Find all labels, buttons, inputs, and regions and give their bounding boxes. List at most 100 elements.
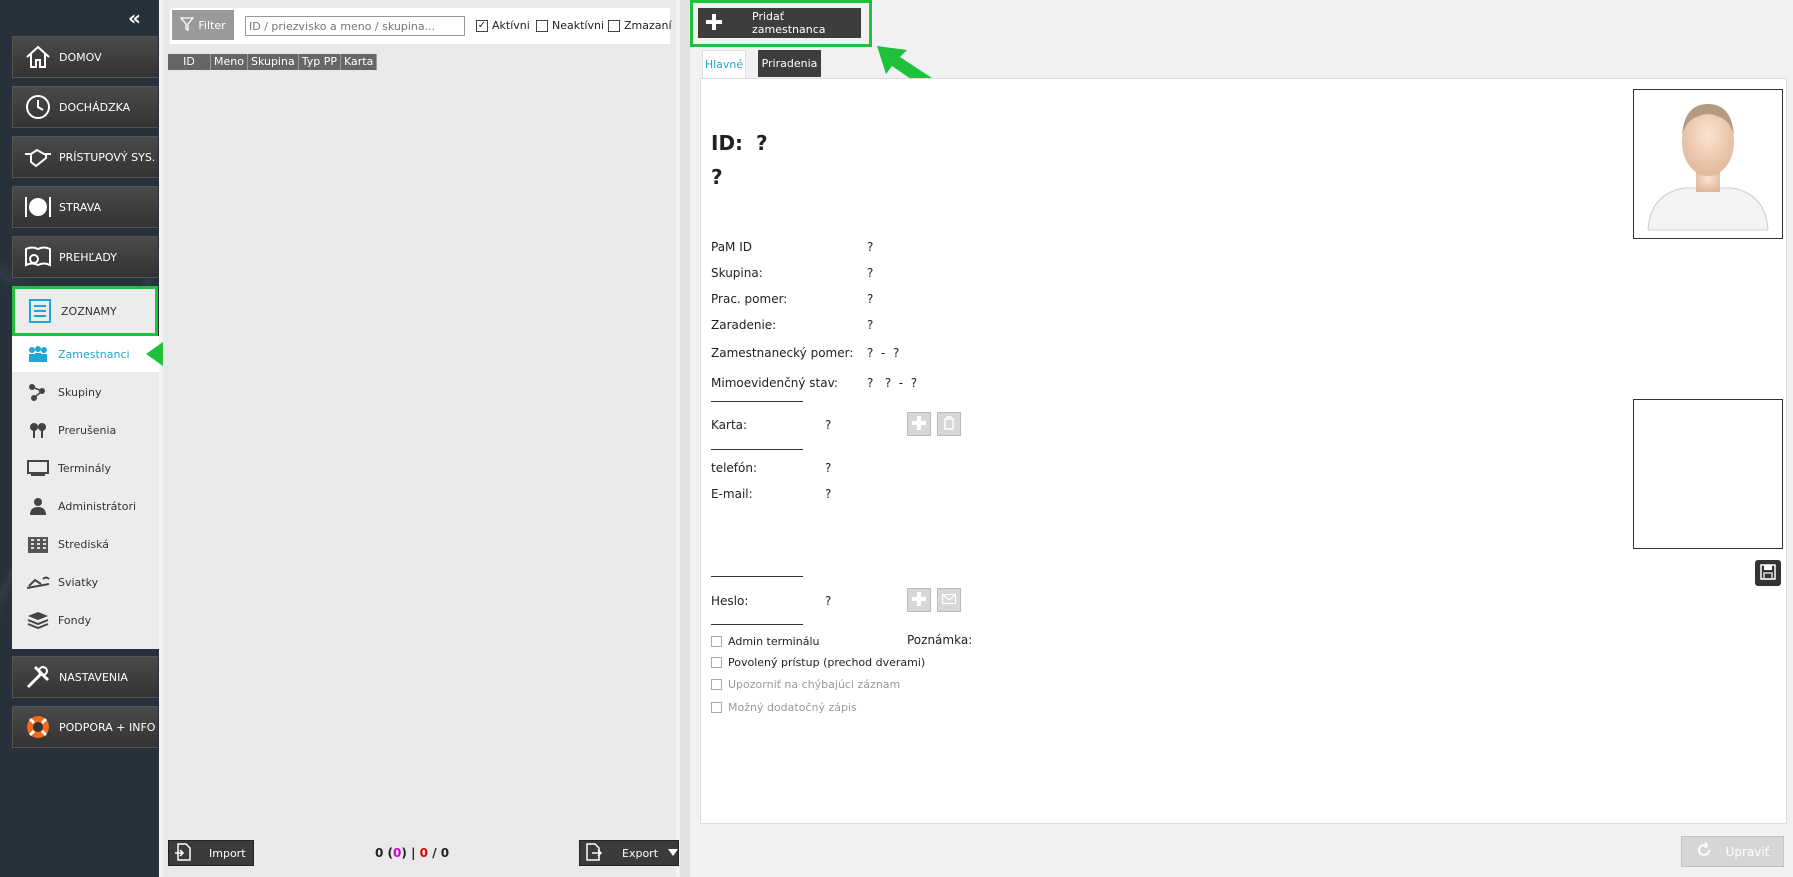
inactive-checkbox-box[interactable] [536, 19, 548, 32]
count-total: 0 [375, 846, 384, 860]
tab-hlavne[interactable]: Hlavné [702, 50, 746, 78]
checkbox-box[interactable] [711, 702, 722, 713]
employment-label: Zamestnanecký pomer: [711, 346, 854, 360]
sidebar-item-label: Skupiny [58, 385, 102, 399]
door-access-checkbox[interactable]: Povolený prístup (prechod dverami) [711, 656, 925, 669]
checkbox-box[interactable] [711, 657, 722, 668]
funnel-icon [179, 16, 195, 34]
export-button[interactable]: Export [579, 840, 679, 866]
employee-detail-panel: Pridať zamestnanca Hlavné Priradenia ID:… [690, 0, 1793, 877]
nav-item-label: ZOZNAMY [61, 304, 117, 318]
building-icon [26, 534, 50, 554]
employee-name-heading: ? [711, 165, 723, 189]
import-icon [175, 842, 191, 864]
count-paren-close: ) [401, 846, 407, 860]
column-header-meno[interactable]: Meno [211, 54, 248, 70]
update-button-label: Upraviť [1725, 844, 1770, 859]
signature-box[interactable] [1633, 399, 1783, 549]
column-header-id[interactable]: ID [168, 54, 211, 70]
plus-icon [912, 415, 926, 433]
nav-item-strava[interactable]: STRAVA [12, 186, 158, 228]
sidebar-item-zamestnanci[interactable]: Zamestnanci [12, 336, 159, 372]
sidebar-item-skupiny[interactable]: Skupiny [12, 374, 159, 410]
active-checkbox-box[interactable]: ✓ [476, 19, 488, 32]
extra-status-value: ? ? - ? [867, 376, 918, 390]
classification-label: Zaradenie: [711, 318, 777, 332]
employee-counts: 0 (0) | 0 / 0 [375, 846, 449, 860]
employee-list-panel: Filter ✓ Aktívni Neaktívni Zmazaní ID Me… [163, 0, 679, 877]
column-header-karta[interactable]: Karta [341, 54, 378, 70]
save-button[interactable] [1755, 560, 1781, 586]
holiday-icon [26, 572, 50, 592]
employee-photo[interactable] [1633, 89, 1783, 239]
active-checkbox[interactable]: ✓ Aktívni [476, 19, 530, 32]
sidebar-item-terminaly[interactable]: Terminály [12, 450, 159, 486]
panel-splitter[interactable] [680, 0, 690, 877]
column-header-skupina[interactable]: Skupina [248, 54, 299, 70]
separator-line [711, 449, 803, 450]
checkbox-box[interactable] [711, 679, 722, 690]
separator-line [711, 576, 803, 577]
sidebar-item-label: Sviatky [58, 575, 99, 589]
count-slash: / [432, 846, 437, 860]
nav-item-label: PODPORA + INFO [59, 720, 156, 734]
people-icon [26, 344, 50, 364]
tab-priradenia[interactable]: Priradenia [758, 50, 821, 77]
sidebar-item-administratori[interactable]: Administrátori [12, 488, 159, 524]
sidebar-item-label: Terminály [58, 461, 111, 475]
send-password-button[interactable] [937, 588, 961, 612]
note-label: Poznámka: [907, 633, 973, 647]
deleted-checkbox[interactable]: Zmazaní [608, 19, 672, 32]
delete-card-button[interactable] [937, 412, 961, 436]
sidebar-item-prerusenia[interactable]: Prerušenia [12, 412, 159, 448]
separator-line [711, 624, 803, 625]
extra-entry-checkbox[interactable]: Možný dodatočný zápis [711, 701, 857, 714]
handshake-icon [23, 142, 53, 172]
missing-record-alert-checkbox[interactable]: Upozorniť na chýbajúci záznam [711, 678, 900, 691]
list-footer: Import 0 (0) | 0 / 0 Export [168, 840, 679, 866]
dropdown-arrow-icon[interactable] [668, 847, 679, 860]
tools-icon [23, 662, 53, 692]
nav-item-dochadzka[interactable]: DOCHÁDZKA [12, 86, 158, 128]
refresh-icon [1696, 841, 1712, 861]
admin-icon [26, 496, 50, 516]
filter-button[interactable]: Filter [172, 10, 234, 40]
column-header-typ-pp[interactable]: Typ PP [299, 54, 341, 70]
nav-item-label: STRAVA [59, 200, 102, 214]
terminal-icon [26, 458, 50, 478]
nav-item-nastavenia[interactable]: NASTAVENIA [12, 656, 158, 698]
envelope-icon [941, 593, 957, 607]
search-input[interactable] [245, 16, 465, 36]
employee-id-heading: ID: ? [711, 131, 768, 155]
nav-item-domov[interactable]: DOMOV [12, 36, 158, 78]
checkbox-label: Možný dodatočný zápis [728, 701, 857, 714]
nav-item-podpora[interactable]: PODPORA + INFO [12, 706, 158, 748]
sidebar-item-strediska[interactable]: Strediská [12, 526, 159, 562]
sidebar-item-label: Zamestnanci [58, 347, 130, 361]
password-value: ? [825, 594, 832, 608]
update-button[interactable]: Upraviť [1681, 836, 1784, 867]
nav-item-prehlady[interactable]: PREHĽADY [12, 236, 158, 278]
plus-icon [706, 13, 722, 33]
inactive-checkbox[interactable]: Neaktívni [536, 19, 604, 32]
add-password-button[interactable] [907, 588, 931, 612]
checkbox-box[interactable] [711, 636, 722, 647]
sidebar-item-sviatky[interactable]: Sviatky [12, 564, 159, 600]
sidebar-item-fondy[interactable]: Fondy [12, 602, 159, 638]
nav-item-zoznamy[interactable]: ZOZNAMY [12, 286, 158, 336]
sidebar-item-label: Strediská [58, 537, 110, 551]
nav-item-pristupovy-sys[interactable]: PRÍSTUPOVÝ SYS. [12, 136, 158, 178]
admin-terminal-checkbox[interactable]: Admin terminálu [711, 635, 819, 648]
nav-item-label: NASTAVENIA [59, 670, 128, 684]
deleted-checkbox-box[interactable] [608, 19, 620, 32]
collapse-menu-icon[interactable]: « [128, 8, 141, 28]
add-card-button[interactable] [907, 412, 931, 436]
add-employee-button[interactable]: Pridať zamestnanca [698, 8, 861, 38]
password-label: Heslo: [711, 594, 749, 608]
card-value: ? [825, 418, 832, 432]
person-placeholder-icon [1647, 104, 1769, 231]
id-value: ? [756, 131, 768, 155]
sidebar-item-label: Fondy [58, 613, 92, 627]
import-button[interactable]: Import [168, 840, 254, 866]
filter-bar: Filter ✓ Aktívni Neaktívni Zmazaní [170, 8, 672, 44]
